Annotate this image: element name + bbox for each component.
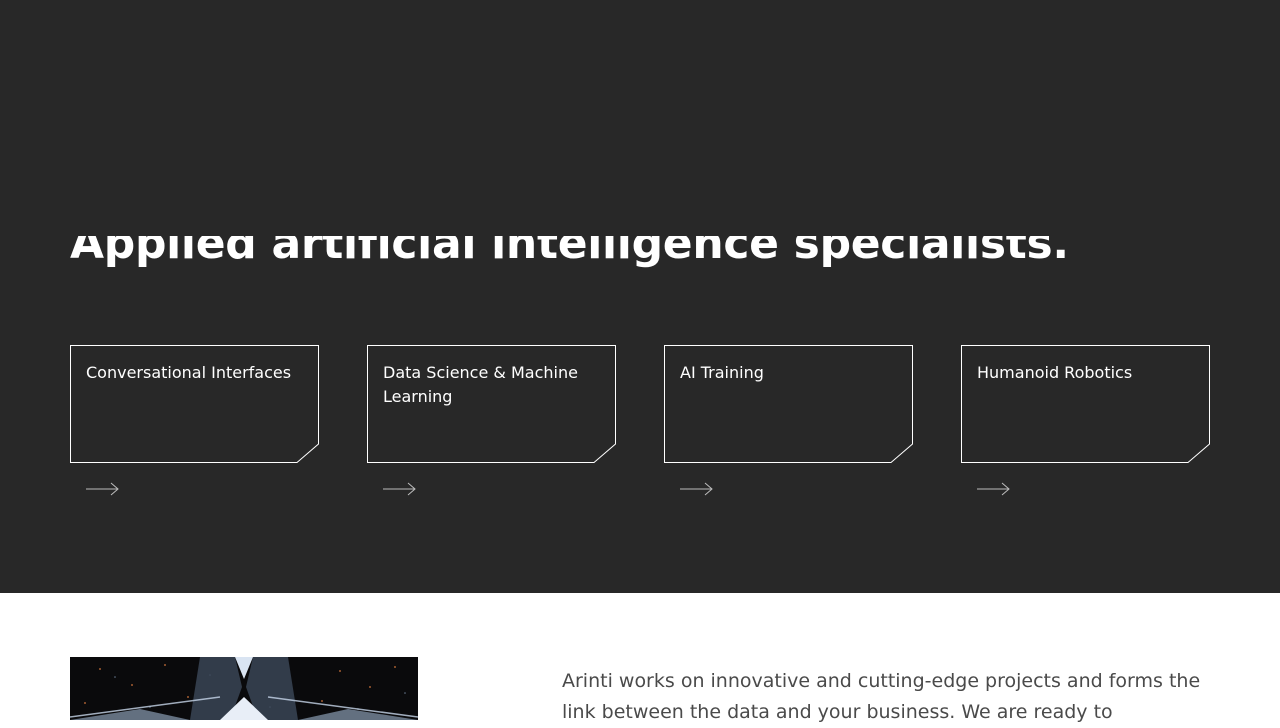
service-card-label: Conversational Interfaces — [86, 363, 292, 382]
hero-section: Applied artificial intelligence speciali… — [0, 0, 1280, 593]
hero-title: Applied artificial intelligence speciali… — [70, 222, 1069, 269]
intro-paragraph: Arinti works on innovative and cutting-e… — [562, 670, 1201, 723]
service-card-humanoid-robotics[interactable]: Humanoid Robotics — [961, 345, 1210, 463]
service-card-conversational-interfaces[interactable]: Conversational Interfaces — [70, 345, 319, 463]
service-card-data-science[interactable]: Data Science & Machine Learning — [367, 345, 616, 463]
service-card-label: Humanoid Robotics — [977, 363, 1133, 382]
arrow-right-icon[interactable] — [86, 480, 120, 498]
feature-image — [70, 657, 418, 720]
arrow-right-icon[interactable] — [383, 480, 417, 498]
arrow-right-icon[interactable] — [680, 480, 714, 498]
service-card-label: Data Science & Machine Learning — [383, 363, 578, 406]
service-card-label: AI Training — [680, 363, 764, 382]
arrow-right-icon[interactable] — [977, 480, 1011, 498]
service-card-ai-training[interactable]: AI Training — [664, 345, 913, 463]
